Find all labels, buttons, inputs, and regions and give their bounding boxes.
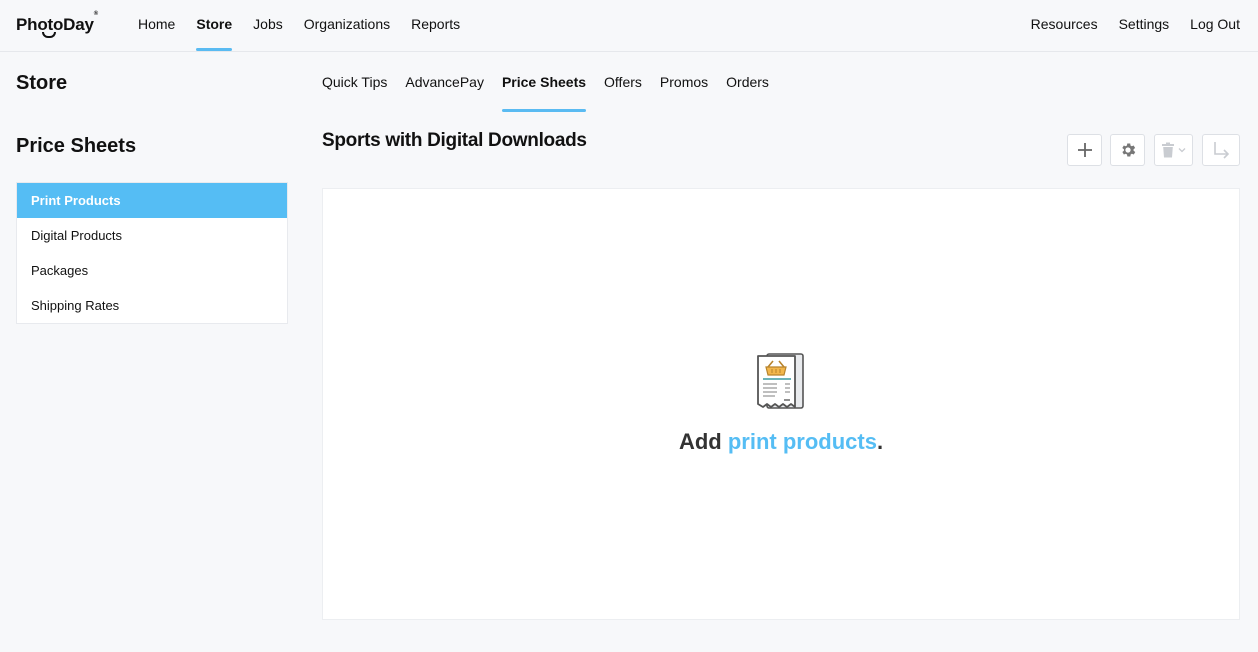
nav-store[interactable]: Store bbox=[196, 0, 232, 52]
tab-orders[interactable]: Orders bbox=[726, 52, 769, 112]
page-title: Store bbox=[16, 72, 68, 94]
top-navigation-bar: PhotoDay® Home Store Jobs Organizations … bbox=[0, 0, 1258, 52]
tab-offers[interactable]: Offers bbox=[604, 52, 642, 112]
tab-quick-tips[interactable]: Quick Tips bbox=[322, 52, 387, 112]
nav-resources[interactable]: Resources bbox=[1031, 0, 1098, 52]
settings-button[interactable] bbox=[1110, 134, 1145, 166]
add-print-products-link[interactable]: print products bbox=[728, 429, 877, 454]
export-button[interactable] bbox=[1202, 134, 1240, 166]
nav-reports[interactable]: Reports bbox=[411, 0, 460, 52]
section-title: Price Sheets bbox=[16, 135, 137, 157]
sidebar-item-print-products[interactable]: Print Products bbox=[17, 183, 287, 218]
empty-state-message: Add print products. bbox=[323, 429, 1239, 455]
chevron-down-icon bbox=[1178, 148, 1186, 153]
delete-dropdown-button[interactable] bbox=[1154, 134, 1193, 166]
price-sheet-title: Sports with Digital Downloads bbox=[322, 130, 587, 151]
nav-settings[interactable]: Settings bbox=[1119, 0, 1170, 52]
price-sheet-content: Add print products. bbox=[322, 188, 1240, 620]
secondary-nav: Resources Settings Log Out bbox=[1010, 0, 1240, 52]
trash-icon bbox=[1162, 142, 1174, 158]
sidebar-item-packages[interactable]: Packages bbox=[17, 253, 287, 288]
empty-state-prefix: Add bbox=[678, 429, 728, 454]
plus-icon bbox=[1077, 143, 1092, 157]
empty-state-suffix: . bbox=[876, 429, 884, 454]
gear-icon bbox=[1121, 143, 1135, 157]
nav-jobs[interactable]: Jobs bbox=[253, 0, 283, 52]
store-tabs: Quick Tips AdvancePay Price Sheets Offer… bbox=[322, 52, 787, 112]
nav-organizations[interactable]: Organizations bbox=[304, 0, 390, 52]
nav-log-out[interactable]: Log Out bbox=[1190, 0, 1240, 52]
tab-advancepay[interactable]: AdvancePay bbox=[405, 52, 484, 112]
add-button[interactable] bbox=[1067, 134, 1102, 166]
primary-nav: Home Store Jobs Organizations Reports bbox=[138, 0, 481, 52]
price-sheet-sidebar: Print Products Digital Products Packages… bbox=[16, 182, 288, 324]
sidebar-item-shipping-rates[interactable]: Shipping Rates bbox=[17, 288, 287, 323]
nav-home[interactable]: Home bbox=[138, 0, 175, 52]
photoday-logo[interactable]: PhotoDay® bbox=[16, 11, 98, 38]
tab-price-sheets[interactable]: Price Sheets bbox=[501, 52, 587, 112]
tab-promos[interactable]: Promos bbox=[660, 52, 708, 112]
sidebar-item-digital-products[interactable]: Digital Products bbox=[17, 218, 287, 253]
export-arrow-icon bbox=[1214, 142, 1230, 159]
receipt-basket-icon bbox=[757, 353, 804, 409]
